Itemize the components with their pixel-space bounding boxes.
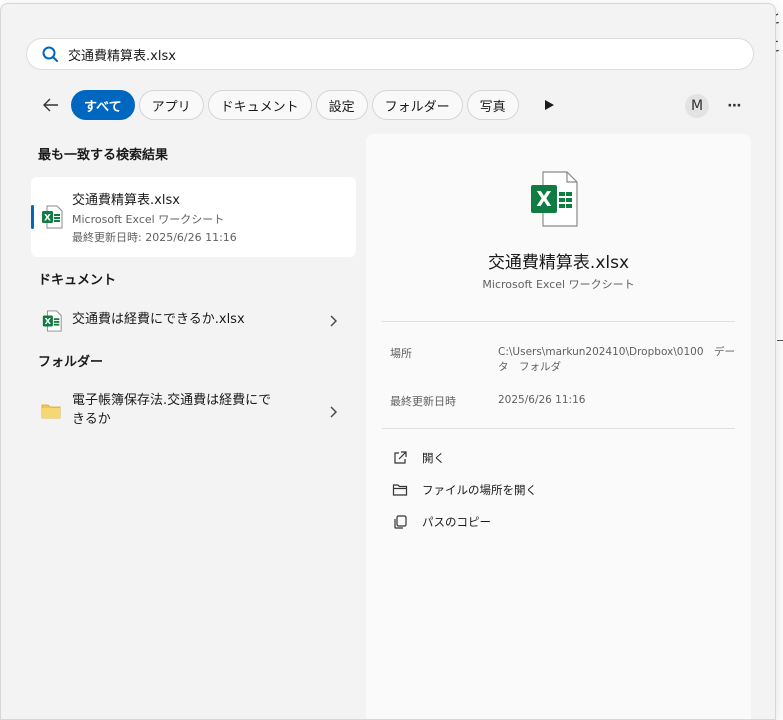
copy-path-action[interactable]: パスのコピー bbox=[392, 512, 491, 532]
best-match-result[interactable]: X 交通費精算表.xlsx Microsoft Excel ワークシート 最終更… bbox=[31, 177, 356, 257]
list-item[interactable]: 電子帳簿保存法.交通費は経費にで きるか bbox=[31, 389, 356, 433]
location-value: C:\Users\markun202410\Dropbox\0100 データ フ… bbox=[498, 346, 736, 373]
search-icon bbox=[42, 46, 58, 62]
filter-bar: すべて アプリ ドキュメント 設定 フォルダー 写真 bbox=[37, 89, 561, 121]
svg-text:X: X bbox=[44, 214, 51, 224]
back-button[interactable] bbox=[37, 91, 65, 119]
modified-value: 2025/6/26 11:16 bbox=[498, 394, 586, 406]
best-match-name: 交通費精算表.xlsx bbox=[72, 193, 180, 208]
open-action-label: 開く bbox=[422, 451, 445, 465]
search-window: すべて アプリ ドキュメント 設定 フォルダー 写真 M ⋯ 最も一致する検索結… bbox=[0, 3, 776, 720]
document-name: 交通費は経費にできるか.xlsx bbox=[72, 312, 245, 327]
location-label: 場所 bbox=[390, 347, 412, 360]
more-options-button[interactable]: ⋯ bbox=[723, 94, 747, 118]
filter-chip-apps[interactable]: アプリ bbox=[138, 90, 204, 120]
chevron-right-icon[interactable] bbox=[326, 405, 340, 419]
folders-heading: フォルダー bbox=[38, 355, 104, 370]
best-match-heading: 最も一致する検索結果 bbox=[38, 148, 169, 163]
svg-text:X: X bbox=[536, 187, 552, 211]
folder-name-line2: きるか bbox=[72, 412, 111, 427]
filter-chip-settings[interactable]: 設定 bbox=[315, 90, 368, 120]
filter-chip-photos[interactable]: 写真 bbox=[466, 90, 519, 120]
open-external-icon bbox=[394, 451, 407, 464]
play-icon bbox=[544, 100, 554, 110]
open-file-location-label: ファイルの場所を開く bbox=[422, 483, 537, 497]
folder-name: 電子帳簿保存法.交通費は経費にで きるか bbox=[72, 391, 271, 429]
excel-file-icon: X bbox=[42, 310, 62, 332]
search-input[interactable] bbox=[68, 46, 668, 62]
best-match-modified: 最終更新日時: 2025/6/26 11:16 bbox=[72, 231, 237, 244]
best-match-type: Microsoft Excel ワークシート bbox=[72, 213, 225, 226]
back-arrow-icon bbox=[43, 98, 58, 112]
folder-name-line1: 電子帳簿保存法.交通費は経費にで bbox=[72, 393, 272, 408]
excel-file-icon: X bbox=[42, 205, 63, 229]
filter-chip-documents[interactable]: ドキュメント bbox=[207, 90, 312, 120]
excel-file-icon: X bbox=[531, 171, 578, 227]
copy-path-label: パスのコピー bbox=[422, 515, 491, 529]
copy-icon bbox=[394, 515, 407, 529]
modified-label: 最終更新日時 bbox=[390, 395, 456, 408]
preview-pane: X 交通費精算表.xlsx Microsoft Excel ワークシート 場所 … bbox=[366, 134, 751, 719]
svg-text:X: X bbox=[45, 316, 52, 326]
folder-open-icon bbox=[392, 484, 408, 496]
open-action[interactable]: 開く bbox=[392, 448, 445, 468]
documents-heading: ドキュメント bbox=[38, 273, 117, 288]
chevron-right-icon[interactable] bbox=[326, 314, 340, 328]
filter-chip-all[interactable]: すべて bbox=[71, 90, 135, 120]
background-line bbox=[777, 340, 783, 341]
open-file-location-action[interactable]: ファイルの場所を開く bbox=[392, 480, 537, 500]
filter-chip-folders[interactable]: フォルダー bbox=[371, 90, 463, 120]
divider bbox=[382, 428, 735, 429]
search-bar[interactable] bbox=[26, 38, 754, 70]
preview-subtitle: Microsoft Excel ワークシート bbox=[482, 278, 635, 291]
preview-title: 交通費精算表.xlsx bbox=[487, 253, 630, 273]
divider bbox=[382, 321, 735, 322]
list-item[interactable]: X 交通費は経費にできるか.xlsx bbox=[31, 304, 356, 338]
folder-icon bbox=[41, 404, 61, 419]
avatar[interactable]: M bbox=[685, 94, 709, 118]
selection-indicator bbox=[31, 205, 34, 229]
more-filters-button[interactable] bbox=[537, 93, 561, 117]
